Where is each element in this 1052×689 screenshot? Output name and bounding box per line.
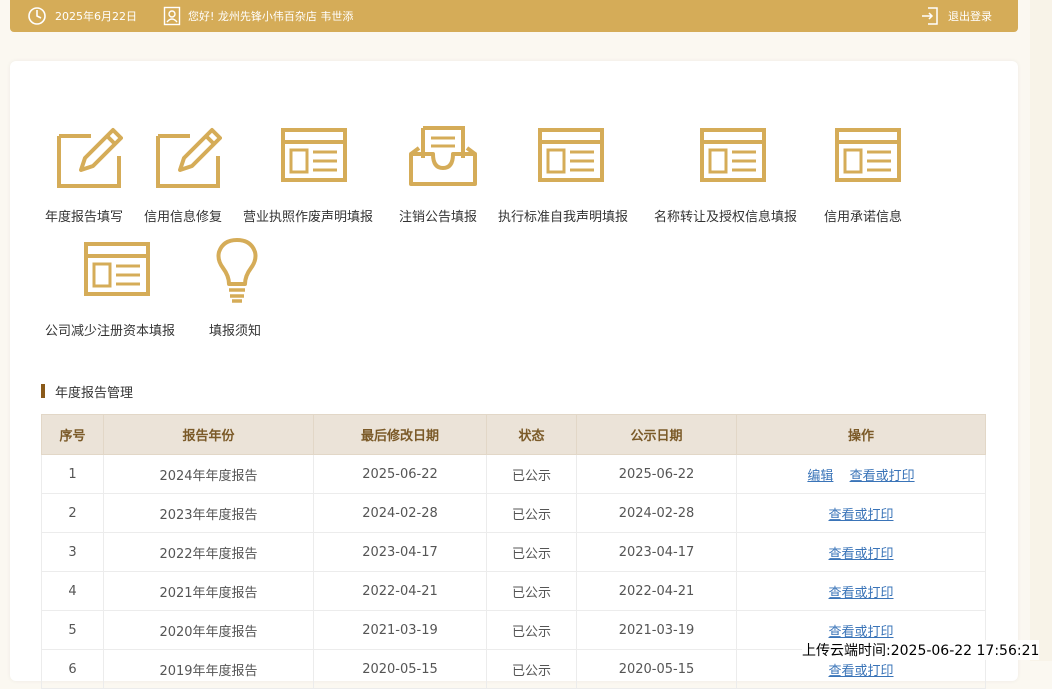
cell-status: 已公示: [486, 493, 577, 533]
form-icon: [835, 128, 901, 182]
table-row: 3 2022年年度报告 2023-04-17 已公示 2023-04-17 查看…: [41, 532, 986, 572]
cell-modified: 2023-04-17: [313, 532, 487, 572]
cell-published: 2022-04-21: [576, 571, 737, 611]
date-text: 2025年6月22日: [55, 10, 137, 23]
tile-label: 填报须知: [209, 324, 262, 339]
edit-link[interactable]: 编辑: [807, 469, 833, 484]
tile-deregistration[interactable]: 注销公告填报: [395, 122, 491, 226]
logout-label: 退出登录: [948, 10, 992, 23]
greeting-text: 您好! 龙州先锋小伟百杂店 韦世添: [188, 10, 354, 23]
cell-published: 2024-02-28: [576, 493, 737, 533]
table-row: 4 2021年年度报告 2022-04-21 已公示 2022-04-21 查看…: [41, 571, 986, 611]
cell-no: 2: [41, 493, 104, 533]
scrollbar-track[interactable]: [1030, 0, 1052, 661]
cell-modified: 2022-04-21: [313, 571, 487, 611]
header-modified: 最后修改日期: [313, 414, 487, 455]
cell-status: 已公示: [486, 532, 577, 572]
user-greeting: 您好! 龙州先锋小伟百杂店 韦世添: [163, 0, 353, 32]
table-row: 2 2023年年度报告 2024-02-28 已公示 2024-02-28 查看…: [41, 493, 986, 533]
date-display: 2025年6月22日: [27, 0, 137, 32]
upload-time-overlay: 上传云端时间:2025-06-22 17:56:21: [802, 640, 1040, 660]
lightbulb-icon: [216, 238, 258, 303]
form-icon: [281, 128, 347, 182]
cell-year: 2020年年度报告: [103, 610, 314, 650]
cell-status: 已公示: [486, 454, 577, 494]
cell-year: 2022年年度报告: [103, 532, 314, 572]
cell-status: 已公示: [486, 610, 577, 650]
inbox-icon: [409, 126, 477, 186]
tile-standard-declaration[interactable]: 执行标准自我声明填报: [496, 122, 646, 226]
tile-annual-report[interactable]: 年度报告填写: [40, 122, 138, 226]
clock-icon: [28, 7, 46, 25]
edit-icon: [57, 128, 123, 188]
cell-actions: 查看或打印: [736, 493, 986, 533]
section-title-text: 年度报告管理: [55, 385, 134, 401]
tile-filing-notice[interactable]: 填报须知: [205, 236, 271, 340]
edit-icon: [156, 128, 222, 188]
header-published: 公示日期: [576, 414, 737, 455]
cell-status: 已公示: [486, 571, 577, 611]
cell-published: 2023-04-17: [576, 532, 737, 572]
cell-published: 2021-03-19: [576, 610, 737, 650]
tile-label: 公司减少注册资本填报: [45, 324, 176, 339]
tile-capital-reduction[interactable]: 公司减少注册资本填报: [42, 236, 192, 340]
header-status: 状态: [486, 414, 577, 455]
header-no: 序号: [41, 414, 104, 455]
cell-modified: 2020-05-15: [313, 649, 487, 689]
cell-year: 2019年年度报告: [103, 649, 314, 689]
view-print-link[interactable]: 查看或打印: [828, 586, 893, 601]
tile-label: 信用信息修复: [144, 210, 223, 225]
logout-icon: [922, 7, 938, 25]
form-icon: [700, 128, 766, 182]
tile-credit-repair[interactable]: 信用信息修复: [140, 122, 236, 226]
table-row: 1 2024年年度报告 2025-06-22 已公示 2025-06-22 编辑…: [41, 454, 986, 494]
logout-button[interactable]: 退出登录: [920, 0, 992, 32]
header-year: 报告年份: [103, 414, 314, 455]
section-bar: [41, 384, 45, 398]
tile-name-transfer[interactable]: 名称转让及授权信息填报: [652, 122, 817, 226]
tile-credit-commitment[interactable]: 信用承诺信息: [821, 122, 917, 226]
view-print-link[interactable]: 查看或打印: [828, 547, 893, 562]
form-icon: [538, 128, 604, 182]
cell-no: 3: [41, 532, 104, 572]
tile-label: 名称转让及授权信息填报: [654, 210, 798, 225]
user-card-icon: [163, 6, 181, 26]
header-actions: 操作: [736, 414, 986, 455]
tile-label: 信用承诺信息: [824, 210, 903, 225]
cell-no: 6: [41, 649, 104, 689]
tile-label: 营业执照作废声明填报: [243, 210, 374, 225]
view-print-link[interactable]: 查看或打印: [828, 625, 893, 640]
cell-modified: 2024-02-28: [313, 493, 487, 533]
top-bar: 2025年6月22日 您好! 龙州先锋小伟百杂店 韦世添 退出登录: [10, 0, 1018, 32]
cell-year: 2024年年度报告: [103, 454, 314, 494]
tile-label: 年度报告填写: [45, 210, 124, 225]
view-print-link[interactable]: 查看或打印: [828, 508, 893, 523]
cell-actions: 查看或打印: [736, 532, 986, 572]
cell-status: 已公示: [486, 649, 577, 689]
cell-published: 2020-05-15: [576, 649, 737, 689]
tile-label: 注销公告填报: [399, 210, 478, 225]
tile-license-void[interactable]: 营业执照作废声明填报: [241, 122, 391, 226]
cell-actions: 编辑 查看或打印: [736, 454, 986, 494]
cell-published: 2025-06-22: [576, 454, 737, 494]
cell-no: 1: [41, 454, 104, 494]
view-print-link[interactable]: 查看或打印: [850, 469, 915, 484]
cell-modified: 2025-06-22: [313, 454, 487, 494]
cell-no: 4: [41, 571, 104, 611]
form-icon: [84, 242, 150, 296]
cell-modified: 2021-03-19: [313, 610, 487, 650]
cell-year: 2021年年度报告: [103, 571, 314, 611]
cell-actions: 查看或打印: [736, 571, 986, 611]
view-print-link[interactable]: 查看或打印: [828, 664, 893, 679]
cell-year: 2023年年度报告: [103, 493, 314, 533]
cell-no: 5: [41, 610, 104, 650]
section-title: 年度报告管理: [41, 382, 134, 401]
tile-label: 执行标准自我声明填报: [498, 210, 629, 225]
table-header-row: 序号 报告年份 最后修改日期 状态 公示日期 操作: [41, 414, 986, 455]
